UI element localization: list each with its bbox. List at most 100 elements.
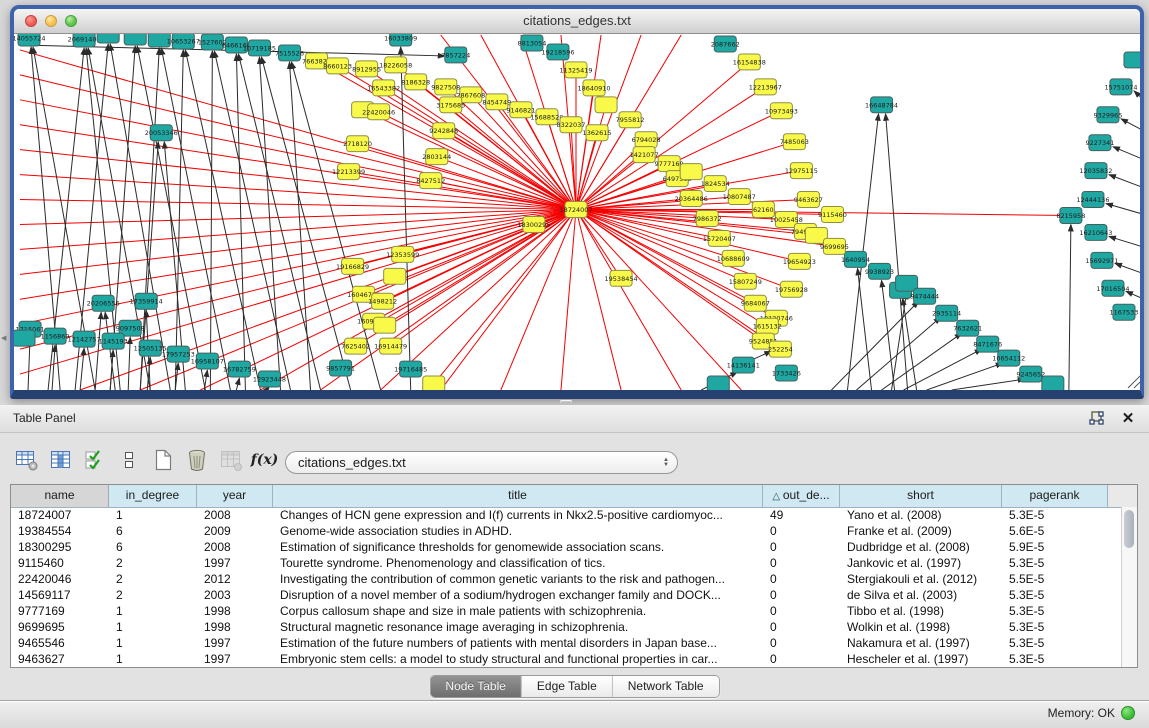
table-row[interactable]: 1938455462009Genome-wide association stu… [11, 523, 1122, 539]
network-node[interactable]: 2087662 [711, 36, 740, 52]
network-node[interactable]: 9463627 [794, 192, 823, 208]
network-node[interactable] [124, 34, 146, 45]
vertical-scrollbar[interactable] [1121, 507, 1137, 667]
column-header-name[interactable]: name [11, 485, 109, 507]
network-node[interactable]: 17016504 [1096, 280, 1129, 296]
column-header-in_degree[interactable]: in_degree [109, 485, 197, 507]
network-node[interactable]: 7857224 [441, 47, 470, 63]
network-node[interactable]: 16782759 [223, 361, 256, 377]
network-node[interactable]: 8215958 [1056, 208, 1085, 224]
tab-node-table[interactable]: Node Table [430, 676, 522, 697]
table-row[interactable]: 1830029562008Estimation of significance … [11, 539, 1122, 555]
column-header-out_degree[interactable]: △ out_de... [763, 485, 840, 507]
network-node[interactable]: 1145193 [99, 333, 128, 349]
network-node[interactable] [423, 376, 445, 390]
network-node[interactable]: 1362615 [583, 125, 612, 141]
network-node[interactable] [97, 34, 119, 43]
network-node[interactable]: 7625402 [341, 338, 370, 354]
network-node[interactable]: 16154838 [733, 54, 766, 70]
network-node[interactable]: 9242848 [429, 123, 458, 139]
network-node[interactable]: 15692971 [1085, 252, 1118, 268]
network-node[interactable]: 9329965 [1093, 107, 1122, 123]
network-node[interactable]: 15807249 [729, 273, 762, 289]
network-node[interactable]: 16914479 [374, 338, 407, 354]
network-node[interactable]: 20206556 [87, 295, 120, 311]
network-node[interactable]: 19756928 [775, 281, 808, 297]
column-header-title[interactable]: title [273, 485, 763, 507]
select-columns-icon[interactable] [82, 448, 107, 472]
network-node[interactable]: 1824534 [701, 176, 730, 192]
network-node[interactable]: 8471676 [973, 336, 1002, 352]
network-node[interactable]: 10654112 [992, 350, 1025, 366]
collapse-splitter-arrow-icon[interactable]: ◀ [1, 334, 6, 342]
network-node[interactable] [1124, 52, 1140, 68]
network-node[interactable] [680, 164, 702, 180]
table-row[interactable]: 946362711997Embryonic stem cells: a mode… [11, 651, 1122, 667]
show-columns-icon[interactable] [48, 448, 73, 472]
network-node[interactable]: 7515526 [275, 45, 304, 61]
network-node[interactable] [595, 97, 617, 113]
close-panel-icon[interactable]: ✕ [1119, 409, 1137, 427]
network-node[interactable]: 16648784 [865, 97, 898, 113]
panel-splitter-handle[interactable] [560, 400, 572, 404]
network-node[interactable]: 14055724 [14, 34, 46, 46]
network-node[interactable]: 18226058 [379, 57, 412, 73]
network-node[interactable]: 9699695 [820, 238, 849, 254]
network-node[interactable]: 12142757 [68, 331, 101, 347]
network-node[interactable]: 9857791 [326, 360, 355, 376]
network-node[interactable]: 7955812 [616, 112, 645, 128]
network-node[interactable]: 1156869 [41, 328, 70, 344]
network-node[interactable]: 8186328 [401, 74, 430, 90]
network-node[interactable]: 1733426 [772, 365, 801, 381]
network-node[interactable]: 7632621 [953, 320, 982, 336]
network-node[interactable]: 15751074 [1104, 79, 1137, 95]
create-column-icon[interactable] [150, 448, 175, 472]
table-row[interactable]: 946554611997Estimation of the future num… [11, 635, 1122, 651]
network-node[interactable]: 9227341 [1085, 135, 1114, 151]
table-row[interactable]: 977716911998Corpus callosum shape and si… [11, 603, 1122, 619]
network-node[interactable]: 15720407 [703, 230, 736, 246]
network-node[interactable]: 9938923 [865, 263, 894, 279]
network-node[interactable]: 8912955 [352, 61, 381, 77]
column-header-year[interactable]: year [197, 485, 273, 507]
network-node[interactable]: 12975115 [785, 163, 818, 179]
network-node[interactable]: 1498212 [368, 293, 397, 309]
scrollbar-thumb[interactable] [1124, 510, 1134, 548]
network-node[interactable]: 16210643 [1079, 224, 1112, 240]
network-node[interactable]: 16543382 [367, 80, 400, 96]
network-node[interactable]: 9245652 [1016, 366, 1045, 382]
network-node[interactable]: 2803144 [422, 149, 451, 165]
network-node[interactable]: 6794028 [632, 132, 661, 148]
network-canvas[interactable]: 1405572420691406106532671527602646616010… [14, 34, 1140, 390]
column-header-short[interactable]: short [840, 485, 1002, 507]
network-node[interactable]: 1640954 [841, 251, 870, 267]
tab-network-table[interactable]: Network Table [613, 676, 719, 697]
network-node[interactable]: 19716485 [394, 361, 427, 377]
network-node[interactable]: 20053346 [145, 125, 178, 141]
window-titlebar[interactable]: citations_edges.txt [14, 9, 1140, 34]
function-builder-icon[interactable]: f(x) [252, 448, 277, 472]
network-node[interactable]: 14136141 [727, 357, 760, 373]
network-node[interactable]: 9474444 [910, 288, 939, 304]
network-node[interactable]: 8427512 [416, 173, 445, 189]
citation-network-graph[interactable]: 1405572420691406106532671527602646616010… [14, 34, 1140, 390]
network-node[interactable]: 7986372 [693, 211, 722, 227]
table-settings-icon[interactable] [14, 448, 39, 472]
network-node[interactable]: 12353599 [386, 246, 419, 262]
network-node[interactable]: 16033809 [384, 34, 417, 46]
network-node[interactable]: 12923448 [253, 371, 286, 387]
float-panel-icon[interactable] [1087, 409, 1105, 427]
network-node[interactable] [1042, 376, 1064, 390]
delete-columns-icon[interactable] [184, 448, 209, 472]
network-node[interactable]: 19654923 [783, 253, 816, 269]
table-selector-dropdown[interactable]: citations_edges.txt ▲▼ [285, 451, 678, 474]
network-node[interactable]: 12444136 [1076, 192, 1109, 208]
table-body[interactable]: 1872400712008Changes of HCN gene express… [11, 507, 1122, 667]
network-node[interactable]: 9115460 [818, 207, 847, 223]
network-node[interactable]: 18640910 [577, 80, 610, 96]
network-node[interactable]: 9684067 [741, 295, 770, 311]
network-node[interactable]: 8660123 [323, 58, 352, 74]
network-node[interactable]: 12213399 [332, 164, 365, 180]
table-row[interactable]: 911546021997Tourette syndrome. Phenomeno… [11, 555, 1122, 571]
network-node[interactable]: 1167533 [1109, 304, 1138, 320]
